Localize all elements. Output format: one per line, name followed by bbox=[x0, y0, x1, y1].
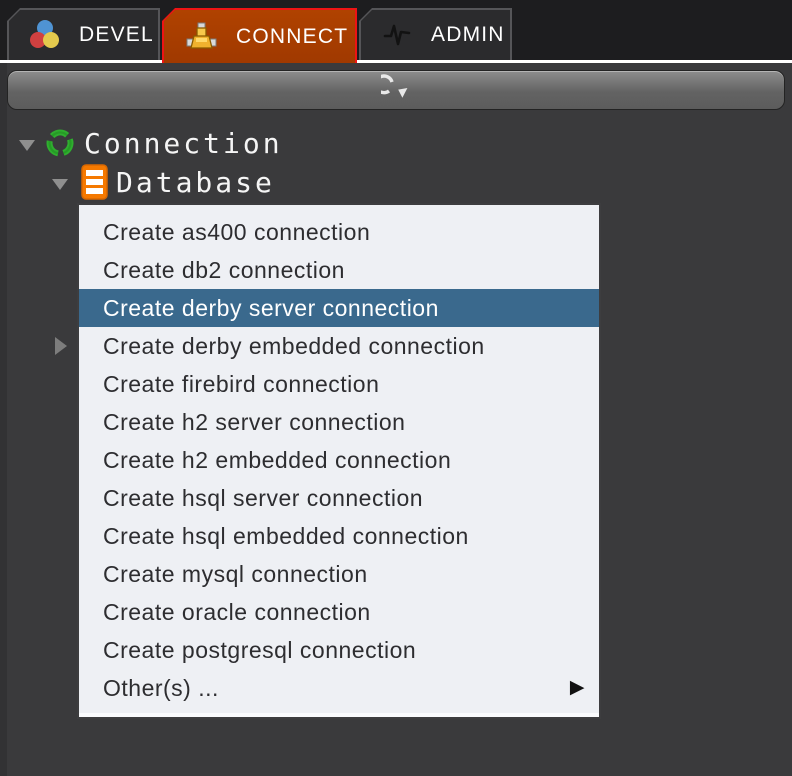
menu-item-label: Create as400 connection bbox=[103, 219, 371, 245]
menu-item-label: Create h2 embedded connection bbox=[103, 447, 452, 473]
menu-item[interactable]: Create mysql connection bbox=[79, 555, 599, 593]
expander-down-icon[interactable] bbox=[19, 139, 35, 151]
network-icon bbox=[186, 22, 217, 49]
menu-item[interactable]: Create derby embedded connection bbox=[79, 327, 599, 365]
tab-admin[interactable]: ADMIN bbox=[359, 8, 512, 60]
tab-devel-label: DEVEL bbox=[79, 23, 154, 46]
menu-item[interactable]: Create hsql server connection bbox=[79, 479, 599, 517]
menu-item-label: Create mysql connection bbox=[103, 561, 368, 587]
pulse-icon bbox=[383, 24, 411, 46]
menu-item-label: Create derby server connection bbox=[103, 295, 439, 321]
menu-item-label: Create firebird connection bbox=[103, 371, 380, 397]
menu-item[interactable]: Create h2 embedded connection bbox=[79, 441, 599, 479]
menu-item[interactable]: Create hsql embedded connection bbox=[79, 517, 599, 555]
database-icon bbox=[81, 164, 108, 200]
context-menu: Create as400 connection Create db2 conne… bbox=[77, 203, 601, 719]
menu-item[interactable]: Create postgresql connection bbox=[79, 631, 599, 669]
refresh-button[interactable] bbox=[7, 70, 785, 110]
tree-label-database: Database bbox=[116, 165, 275, 199]
tab-bar: DEVEL CONNECT ADMIN bbox=[0, 0, 792, 63]
menu-item-label: Other(s) ... bbox=[103, 675, 219, 701]
tab-admin-inner: ADMIN bbox=[361, 10, 510, 60]
menu-item[interactable]: Create h2 server connection bbox=[79, 403, 599, 441]
tab-devel-inner: DEVEL bbox=[9, 10, 158, 60]
tab-connect-label: CONNECT bbox=[236, 24, 349, 48]
palette-icon bbox=[30, 19, 60, 51]
menu-item[interactable]: Create db2 connection bbox=[79, 251, 599, 289]
tree-node-connection[interactable]: Connection bbox=[19, 124, 283, 162]
tab-connect[interactable]: CONNECT bbox=[162, 8, 357, 63]
tab-connect-inner: CONNECT bbox=[164, 10, 355, 63]
tree-node-database[interactable]: Database bbox=[52, 162, 275, 202]
menu-item[interactable]: Create oracle connection bbox=[79, 593, 599, 631]
menu-item-label: Create hsql server connection bbox=[103, 485, 424, 511]
menu-item-label: Create db2 connection bbox=[103, 257, 345, 283]
menu-item[interactable]: Create as400 connection bbox=[79, 213, 599, 251]
submenu-arrow-icon: ▶ bbox=[569, 677, 585, 698]
tree-label-connection: Connection bbox=[84, 126, 283, 160]
menu-item[interactable]: Create firebird connection bbox=[79, 365, 599, 403]
connection-icon bbox=[46, 129, 74, 157]
expander-right-icon[interactable] bbox=[55, 337, 67, 355]
tab-devel[interactable]: DEVEL bbox=[7, 8, 160, 60]
menu-item-label: Create hsql embedded connection bbox=[103, 523, 469, 549]
menu-item-selected[interactable]: Create derby server connection bbox=[79, 289, 599, 327]
menu-item-label: Create h2 server connection bbox=[103, 409, 406, 435]
panel-left-edge bbox=[0, 63, 7, 776]
menu-item-label: Create oracle connection bbox=[103, 599, 371, 625]
menu-item-label: Create postgresql connection bbox=[103, 637, 417, 663]
menu-item-others[interactable]: Other(s) ... ▶ bbox=[79, 669, 599, 707]
expander-down-icon[interactable] bbox=[52, 178, 68, 190]
tab-admin-label: ADMIN bbox=[431, 23, 505, 46]
menu-item-label: Create derby embedded connection bbox=[103, 333, 485, 359]
refresh-icon bbox=[381, 74, 408, 98]
